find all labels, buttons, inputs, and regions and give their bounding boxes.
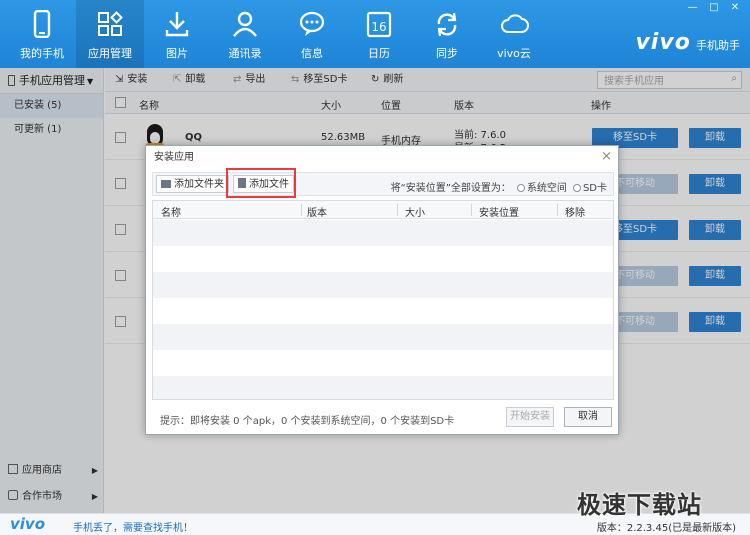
download-icon <box>165 12 189 37</box>
add-file-highlight <box>226 168 296 198</box>
list-item <box>153 324 613 350</box>
list-item <box>153 350 613 376</box>
setting-prefix: 将“安装位置”全部设置为： <box>390 183 511 194</box>
file-list-header: 名称 版本 大小 安装位置 移除 <box>153 201 613 219</box>
nav-label: 同步 <box>436 47 458 60</box>
list-item <box>153 298 613 324</box>
nav-label: 日历 <box>368 47 390 60</box>
nav-label: 我的手机 <box>20 47 64 60</box>
sync-icon <box>437 12 457 37</box>
col-name: 名称 <box>161 208 181 219</box>
col-remove: 移除 <box>565 208 585 219</box>
system-space-radio[interactable] <box>516 184 525 192</box>
nav-pictures[interactable]: 图片 <box>143 0 211 68</box>
contact-icon <box>233 11 257 37</box>
add-folder-label: 添加文件夹 <box>174 179 224 190</box>
close-window-button[interactable]: ✕ <box>726 2 744 13</box>
nav-label: 图片 <box>166 47 188 60</box>
top-nav-bar: 我的手机 应用管理 图片 通讯录 信息 16 日历 同步 vivo云 — □ ✕… <box>0 0 750 68</box>
add-folder-button[interactable]: 添加文件夹 <box>156 175 229 193</box>
column-divider <box>301 204 302 216</box>
nav-label: vivo云 <box>497 47 531 60</box>
nav-vivo-cloud[interactable]: vivo云 <box>480 0 548 68</box>
install-location-setting: 将“安装位置”全部设置为： 系统空间 SD卡 <box>391 179 607 194</box>
list-item <box>153 220 613 246</box>
brand-subtitle: 手机助手 <box>696 39 740 52</box>
nav-calendar[interactable]: 16 日历 <box>345 0 413 68</box>
minimize-button[interactable]: — <box>684 2 702 13</box>
folder-icon <box>161 180 171 188</box>
nav-label: 应用管理 <box>88 47 132 60</box>
nav-label: 通讯录 <box>228 47 262 60</box>
column-divider <box>397 204 398 216</box>
status-vivo-logo: vivo <box>10 515 46 533</box>
install-summary-text: 提示：即将安装 0 个apk，0 个安装到系统空间，0 个安装到SD卡 <box>160 416 455 427</box>
calendar-day-number: 16 <box>371 20 386 34</box>
nav-label: 信息 <box>301 47 323 60</box>
list-item <box>153 272 613 298</box>
vivo-logo: vivo <box>635 30 691 55</box>
message-icon <box>299 11 325 36</box>
column-divider <box>557 204 558 216</box>
window-controls: — □ ✕ <box>684 2 744 13</box>
version-text: 版本：2.2.3.45(已是最新版本) <box>596 523 736 534</box>
column-divider <box>471 204 472 216</box>
nav-contacts[interactable]: 通讯录 <box>211 0 279 68</box>
dialog-title: 安装应用 <box>154 152 194 163</box>
install-app-dialog: 安装应用 × 添加文件夹 添加文件 将“安装位置”全部设置为： 系统空间 SD卡 名… <box>145 145 619 435</box>
calendar-icon: 16 <box>366 11 392 38</box>
col-version: 版本 <box>307 208 327 219</box>
apps-grid-icon <box>98 11 123 36</box>
find-phone-link[interactable]: 手机丢了，需要查找手机！ <box>73 519 193 534</box>
system-space-label: 系统空间 <box>526 183 567 194</box>
nav-messages[interactable]: 信息 <box>278 0 346 68</box>
start-install-button[interactable]: 开始安装 <box>506 407 554 427</box>
nav-app-management[interactable]: 应用管理 <box>76 0 144 68</box>
list-item <box>153 376 613 399</box>
nav-my-phone[interactable]: 我的手机 <box>8 0 76 68</box>
list-item <box>153 246 613 272</box>
phone-icon <box>33 10 51 38</box>
install-file-list: 名称 版本 大小 安装位置 移除 <box>152 200 614 400</box>
col-size: 大小 <box>405 208 425 219</box>
sd-card-label: SD卡 <box>582 183 607 194</box>
cancel-button[interactable]: 取消 <box>564 407 612 427</box>
dialog-toolbar: 添加文件夹 添加文件 将“安装位置”全部设置为： 系统空间 SD卡 <box>152 172 614 196</box>
maximize-button[interactable]: □ <box>705 2 723 13</box>
cloud-icon <box>501 14 529 33</box>
col-install-location: 安装位置 <box>479 208 519 219</box>
brand: vivo 手机助手 <box>635 30 740 55</box>
watermark-text: 极速下载站 <box>577 491 702 519</box>
dialog-close-button[interactable]: × <box>601 149 612 164</box>
nav-sync[interactable]: 同步 <box>413 0 481 68</box>
sd-card-radio[interactable] <box>572 184 581 192</box>
